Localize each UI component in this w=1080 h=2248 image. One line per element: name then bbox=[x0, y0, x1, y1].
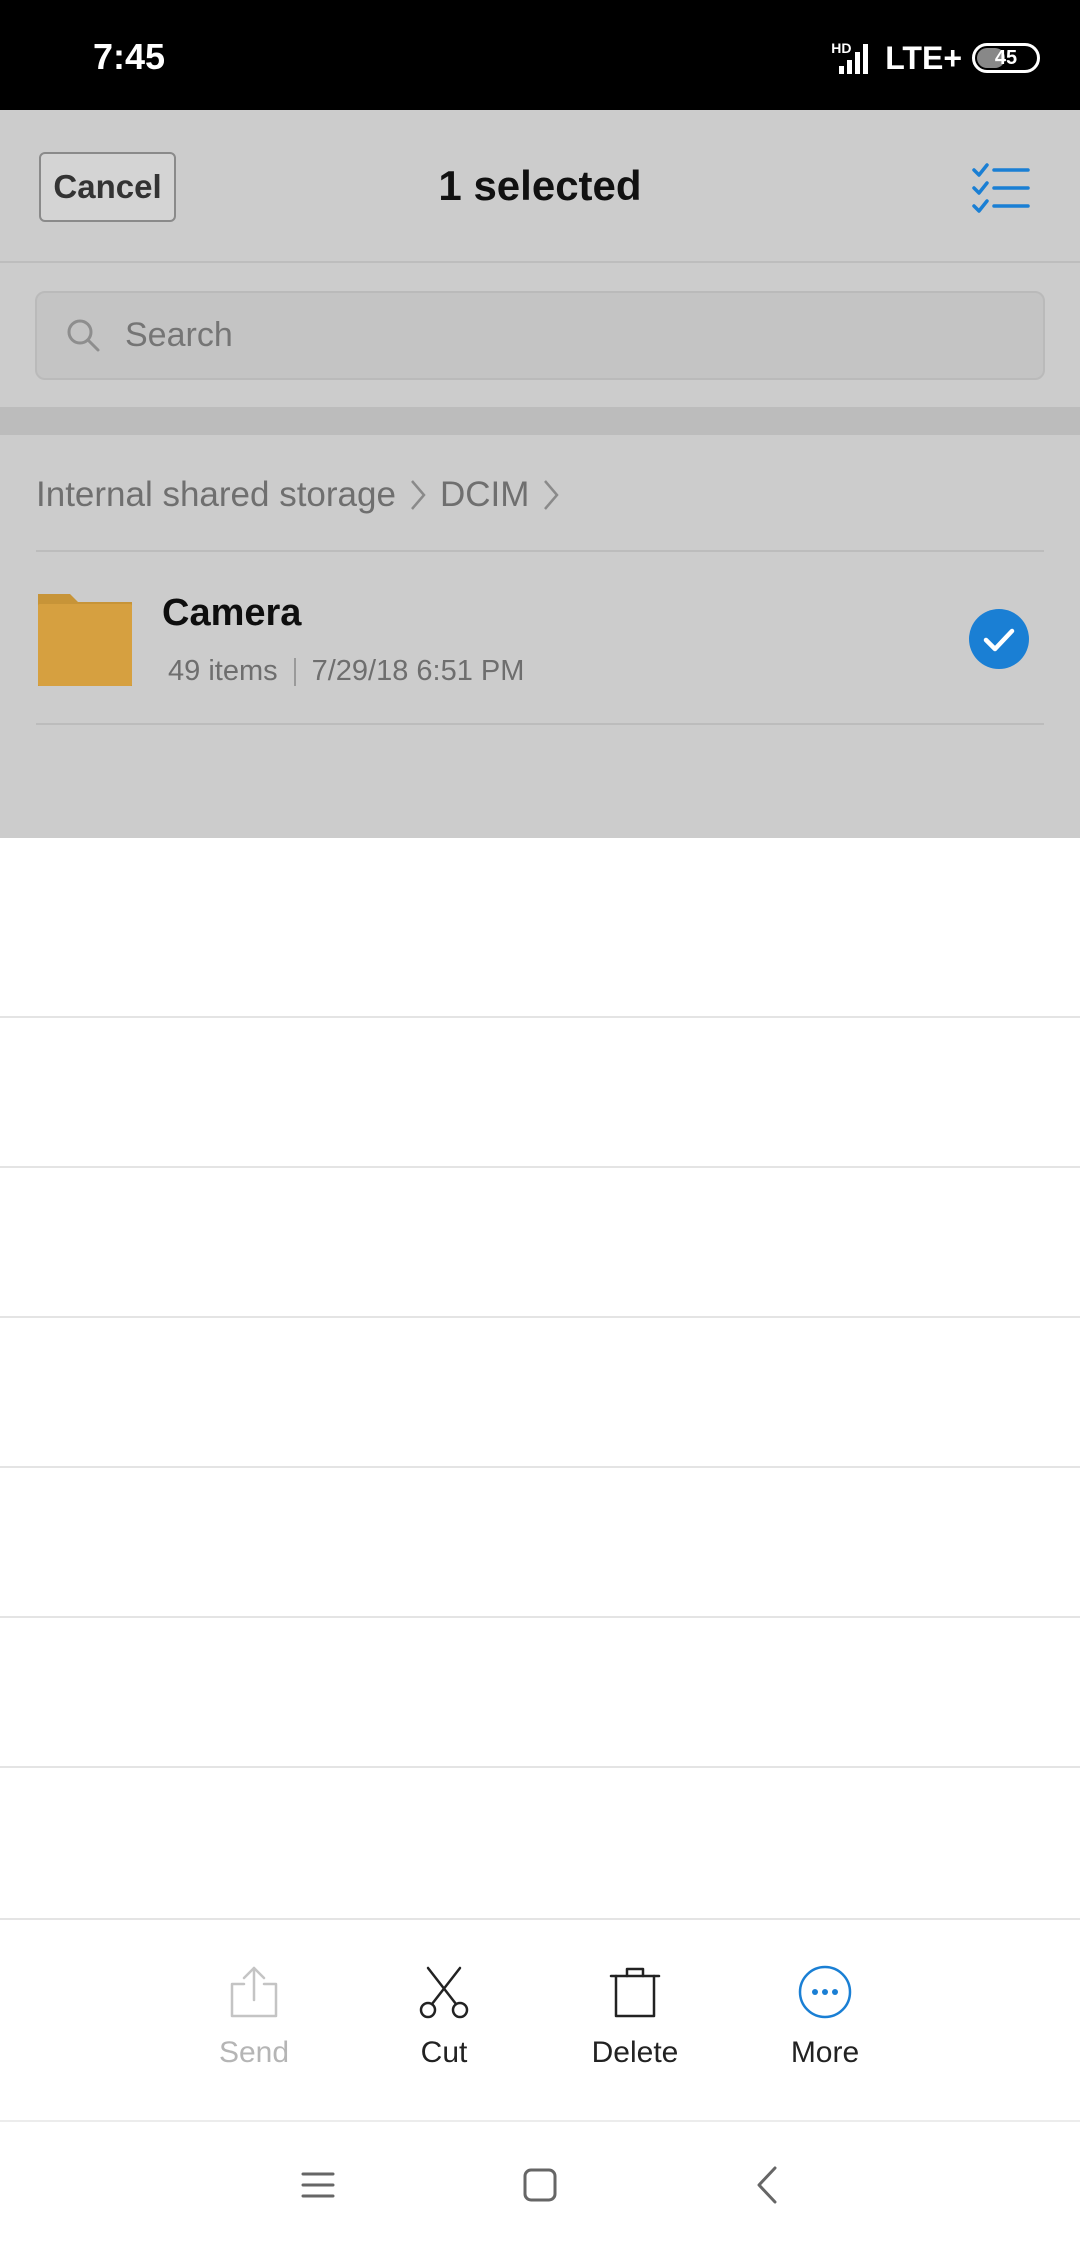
status-time: 7:45 bbox=[93, 36, 166, 77]
cut-button[interactable]: Cut bbox=[349, 1920, 539, 2120]
breadcrumb-item-dcim[interactable]: DCIM bbox=[440, 475, 529, 515]
trash-icon bbox=[609, 1967, 661, 2018]
section-band bbox=[0, 407, 1080, 435]
sheet-divider bbox=[0, 1766, 1080, 1768]
selection-header: Cancel 1 selected bbox=[0, 110, 1080, 263]
more-label: More bbox=[790, 2036, 860, 2069]
folder-meta: 49 items 7/29/18 6:51 PM bbox=[168, 655, 524, 688]
battery-icon: 45 bbox=[972, 43, 1040, 73]
action-toolbar: Send Cut Delete More bbox=[0, 1918, 1080, 2120]
send-label: Send bbox=[218, 2036, 290, 2069]
cut-label: Cut bbox=[420, 2036, 468, 2069]
search-icon bbox=[67, 319, 100, 352]
share-icon bbox=[230, 1966, 278, 2018]
network-type: LTE+ bbox=[885, 39, 962, 76]
delete-button[interactable]: Delete bbox=[540, 1920, 730, 2120]
hd-label: HD bbox=[831, 40, 852, 56]
meta-separator bbox=[293, 657, 296, 686]
folder-icon bbox=[38, 594, 132, 686]
system-nav-bar bbox=[0, 2120, 1080, 2248]
status-indicators: HD LTE+ 45 bbox=[831, 38, 1040, 78]
send-button[interactable]: Send bbox=[159, 1920, 349, 2120]
breadcrumb: Internal shared storage DCIM bbox=[36, 470, 573, 520]
search-bar[interactable] bbox=[35, 291, 1045, 380]
scissors-icon bbox=[419, 1966, 469, 2019]
back-icon[interactable] bbox=[733, 2150, 803, 2220]
chevron-right-icon bbox=[544, 480, 560, 510]
sheet-divider bbox=[0, 1016, 1080, 1018]
more-button[interactable]: More bbox=[730, 1920, 920, 2120]
bottom-sheet bbox=[0, 838, 1080, 1918]
sheet-divider bbox=[0, 1316, 1080, 1318]
status-bar: 7:45 HD LTE+ 45 bbox=[0, 0, 1080, 110]
more-icon bbox=[798, 1965, 852, 2019]
checkmark-circle-icon[interactable] bbox=[969, 609, 1029, 669]
signal-icon: HD bbox=[831, 40, 875, 76]
file-browser-background: Cancel 1 selected Internal shared storag… bbox=[0, 110, 1080, 838]
delete-label: Delete bbox=[591, 2036, 679, 2069]
checklist-icon[interactable] bbox=[970, 162, 1030, 214]
folder-name: Camera bbox=[162, 592, 302, 634]
battery-level: 45 bbox=[994, 46, 1018, 69]
search-input[interactable] bbox=[125, 293, 1005, 378]
sheet-divider bbox=[0, 1166, 1080, 1168]
folder-item-count: 49 items bbox=[168, 655, 278, 687]
sheet-divider bbox=[0, 1466, 1080, 1468]
divider bbox=[36, 723, 1044, 725]
home-icon[interactable] bbox=[505, 2150, 575, 2220]
folder-row-camera[interactable]: Camera 49 items 7/29/18 6:51 PM bbox=[0, 552, 1080, 725]
menu-icon[interactable] bbox=[283, 2150, 353, 2220]
folder-modified-date: 7/29/18 6:51 PM bbox=[311, 655, 525, 687]
sheet-divider bbox=[0, 1616, 1080, 1618]
chevron-right-icon bbox=[411, 480, 426, 510]
breadcrumb-item-internal-storage[interactable]: Internal shared storage bbox=[36, 475, 396, 515]
page-title: 1 selected bbox=[438, 162, 642, 209]
